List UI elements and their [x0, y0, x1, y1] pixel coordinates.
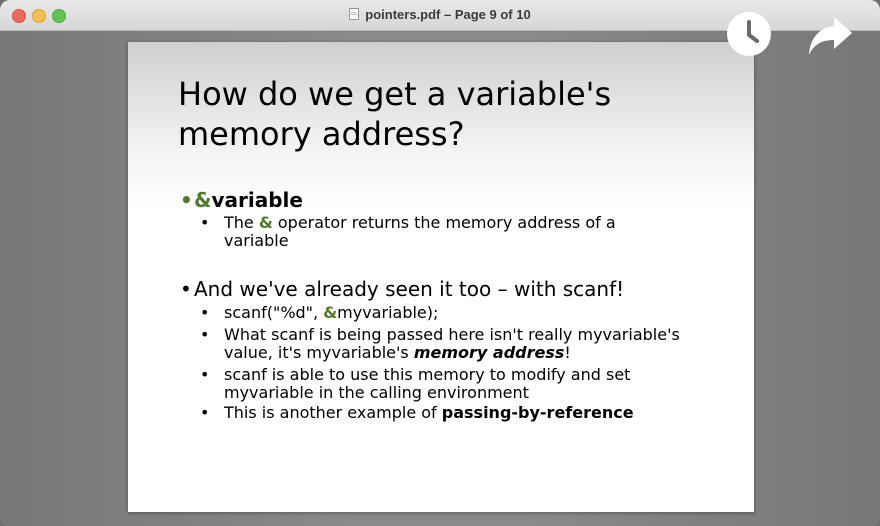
window-title-text: pointers.pdf – Page 9 of 10	[365, 7, 531, 22]
sub-bullet-text: scanf is able to use this memory to modi…	[224, 365, 631, 402]
bullet-dot: •	[200, 213, 210, 232]
bullet-scanf-intro: • And we've already seen it too – with sc…	[180, 277, 624, 301]
sub-bullet-text: operator returns the memory address of a…	[224, 213, 616, 250]
slide-page: How do we get a variable's memory addres…	[128, 42, 754, 512]
sub-bullet-text: scanf("%d",	[224, 303, 324, 322]
slide-title: How do we get a variable's memory addres…	[178, 75, 612, 153]
pdf-window: pointers.pdf – Page 9 of 10 How do we ge…	[0, 0, 880, 526]
bullet-dot: •	[200, 325, 210, 344]
sub-bullet-text: myvariable);	[337, 303, 439, 322]
bullet-scanf-text: And we've already seen it too – with sca…	[194, 277, 625, 301]
share-arrow-icon[interactable]	[806, 13, 852, 59]
sub-bullet-text: The	[224, 213, 259, 232]
sub-bullet-operator: • The & operator returns the memory addre…	[200, 213, 664, 250]
sub-bullet-text: !	[564, 343, 571, 362]
sub-bullet-modify: • scanf is able to use this memory to mod…	[200, 365, 684, 402]
emphasis-text: memory address	[413, 343, 565, 362]
bullet-dot: •	[180, 277, 192, 301]
ampersand-symbol: &	[194, 188, 212, 212]
bullet-variable: •&variable	[180, 188, 303, 212]
sub-bullet-text: This is another example of	[224, 403, 442, 422]
sub-bullet-pass-by-reference: • This is another example of passing-by-r…	[200, 403, 704, 422]
bullet-dot: •	[180, 188, 193, 212]
document-viewer[interactable]: How do we get a variable's memory addres…	[0, 12, 880, 526]
ampersand-symbol: &	[258, 213, 273, 232]
sub-bullet-passed-value: • What scanf is being passed here isn't r…	[200, 325, 704, 362]
bullet-dot: •	[200, 403, 210, 422]
clock-icon[interactable]	[726, 11, 772, 57]
bullet-variable-text: variable	[211, 188, 303, 212]
bullet-dot: •	[200, 303, 210, 322]
bold-term: passing-by-reference	[441, 403, 634, 422]
sub-bullet-scanf-call: • scanf("%d", &myvariable);	[200, 303, 704, 322]
pdf-document-icon	[349, 8, 360, 20]
ampersand-symbol: &	[323, 303, 338, 322]
bullet-dot: •	[200, 365, 210, 384]
